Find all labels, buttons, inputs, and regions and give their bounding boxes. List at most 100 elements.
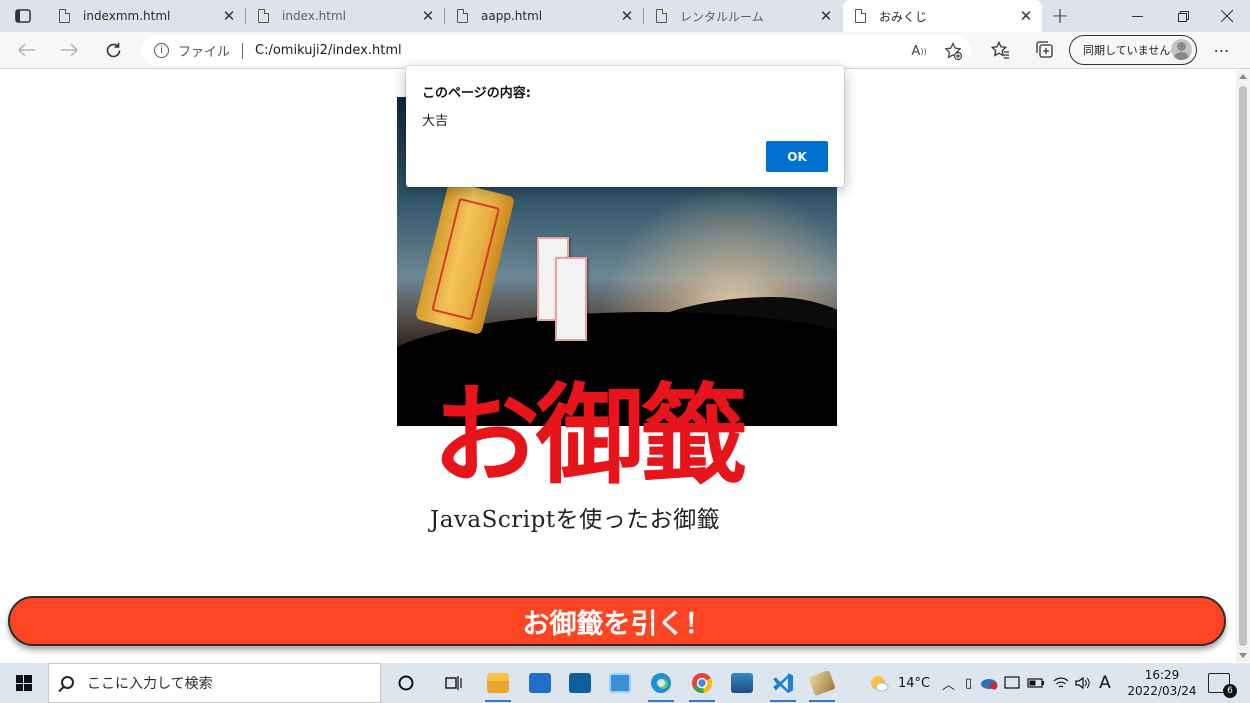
ok-button[interactable]: OK [766, 141, 828, 172]
scroll-up-icon[interactable] [1239, 74, 1247, 79]
mail-button[interactable] [524, 667, 556, 699]
mail-icon [529, 673, 551, 693]
monitor-icon [609, 673, 631, 693]
tray-icons: ▯ A [965, 663, 1111, 703]
new-tab-button[interactable]: + [1048, 4, 1072, 29]
fortune-slip-icon [555, 257, 587, 341]
photos-button[interactable] [726, 667, 758, 699]
refresh-button[interactable] [98, 35, 128, 65]
notification-center-button[interactable]: 6 [1208, 673, 1237, 698]
running-indicator [770, 700, 796, 702]
favorites-icon [990, 41, 1009, 59]
refresh-icon [106, 42, 120, 57]
clock-date: 2022/03/24 [1127, 684, 1197, 698]
tray-overflow-button[interactable]: ︿ [942, 663, 955, 703]
collections-icon [1035, 41, 1053, 58]
close-tab-icon[interactable]: ✕ [619, 7, 635, 25]
cortana-button[interactable] [390, 667, 422, 699]
onedrive-icon[interactable] [980, 676, 998, 690]
chevron-up-icon: ︿ [942, 677, 956, 693]
tab-rental-room[interactable]: レンタルルーム ✕ [644, 0, 842, 32]
tab-aapp[interactable]: aapp.html ✕ [445, 0, 644, 32]
close-tab-icon[interactable]: ✕ [818, 7, 834, 25]
running-indicator [648, 700, 674, 702]
tab-title: aapp.html [481, 9, 543, 23]
app-button-1[interactable] [564, 667, 596, 699]
url-text[interactable]: C:/omikuji2/index.html [255, 43, 402, 58]
close-tab-icon[interactable]: ✕ [221, 7, 237, 25]
clock-time: 16:29 [1144, 668, 1180, 682]
draw-omikuji-button[interactable]: お御籤を引く！ [8, 596, 1226, 646]
tab-index[interactable]: index.html ✕ [246, 0, 445, 32]
page-icon [656, 9, 667, 23]
back-button[interactable] [12, 35, 42, 65]
page-icon [59, 9, 70, 23]
dell-icon [569, 673, 591, 693]
hero-title: お御籤 [432, 373, 748, 499]
windows-taskbar: ここに入力して検索 14°C ︿ ▯ A 16:29 2022/03/24 6 [0, 663, 1250, 703]
vertical-scrollbar[interactable] [1236, 70, 1250, 662]
more-menu-button[interactable]: ⋯ [1208, 36, 1236, 64]
tab-title: indexmm.html [83, 9, 171, 23]
wifi-icon[interactable] [1053, 676, 1069, 690]
app-button-2[interactable] [604, 667, 636, 699]
weather-icon [871, 676, 889, 692]
close-tab-icon[interactable]: ✕ [1018, 7, 1034, 25]
close-window-button[interactable] [1204, 0, 1250, 32]
add-favorite-icon[interactable] [943, 41, 963, 61]
tab-omikuji[interactable]: おみくじ ✕ [843, 0, 1042, 32]
info-icon[interactable]: i [154, 43, 169, 58]
forward-button[interactable] [54, 35, 84, 65]
minimize-button[interactable] [1114, 0, 1160, 32]
task-view-button[interactable] [437, 667, 469, 699]
notification-count: 6 [1223, 684, 1237, 698]
tab-title: index.html [282, 9, 346, 23]
alert-dialog: このページの内容: 大吉 OK [406, 66, 844, 187]
close-tab-icon[interactable]: ✕ [420, 7, 436, 25]
taskbar-clock[interactable]: 16:29 2022/03/24 [1126, 667, 1198, 699]
avatar-icon [1171, 39, 1192, 60]
tab-actions-button[interactable] [0, 0, 46, 32]
search-placeholder: ここに入力して検索 [87, 676, 213, 692]
notepad-icon [808, 669, 836, 697]
ime-indicator[interactable]: A [1099, 673, 1111, 693]
page-icon [855, 9, 866, 23]
page-icon [457, 9, 468, 23]
weather-widget[interactable]: 14°C [868, 663, 930, 703]
favorites-button[interactable] [986, 36, 1014, 64]
taskbar-search-box[interactable]: ここに入力して検索 [48, 663, 381, 703]
collections-button[interactable] [1030, 36, 1058, 64]
scroll-down-icon[interactable] [1239, 653, 1247, 658]
photos-icon [731, 673, 753, 693]
search-icon [61, 676, 74, 689]
restore-icon [1177, 10, 1189, 22]
volume-icon[interactable] [1075, 676, 1091, 690]
weather-temp: 14°C [898, 675, 931, 691]
display-icon[interactable] [1004, 676, 1020, 690]
edge-icon [651, 673, 671, 693]
file-explorer-button[interactable] [482, 667, 514, 702]
forward-arrow-icon [61, 43, 78, 57]
start-button[interactable] [0, 663, 47, 703]
windows-logo-icon [15, 675, 32, 691]
close-icon [1221, 10, 1233, 22]
protocol-label: ファイル [178, 45, 231, 60]
device-icon[interactable]: ▯ [965, 676, 972, 691]
read-aloud-icon[interactable]: A)) [909, 41, 929, 61]
browser-toolbar: i ファイル C:/omikuji2/index.html A)) 同期していま… [0, 32, 1250, 69]
running-indicator [809, 700, 835, 702]
chrome-button[interactable] [686, 667, 718, 702]
vscode-button[interactable] [767, 667, 799, 702]
running-indicator [689, 700, 715, 702]
tab-title: レンタルルーム [680, 9, 764, 24]
app-button-3[interactable] [806, 667, 838, 702]
tab-actions-icon [15, 9, 31, 23]
battery-icon[interactable] [1027, 678, 1045, 688]
profile-button[interactable]: 同期していません [1069, 35, 1197, 65]
scroll-thumb[interactable] [1239, 86, 1247, 646]
address-bar[interactable]: i ファイル C:/omikuji2/index.html A)) [141, 35, 971, 66]
edge-button[interactable] [645, 667, 677, 702]
page-subtitle: JavaScriptを使ったお御籤 [430, 507, 721, 533]
restore-button[interactable] [1160, 0, 1206, 32]
tab-indexmm[interactable]: indexmm.html ✕ [47, 0, 246, 32]
